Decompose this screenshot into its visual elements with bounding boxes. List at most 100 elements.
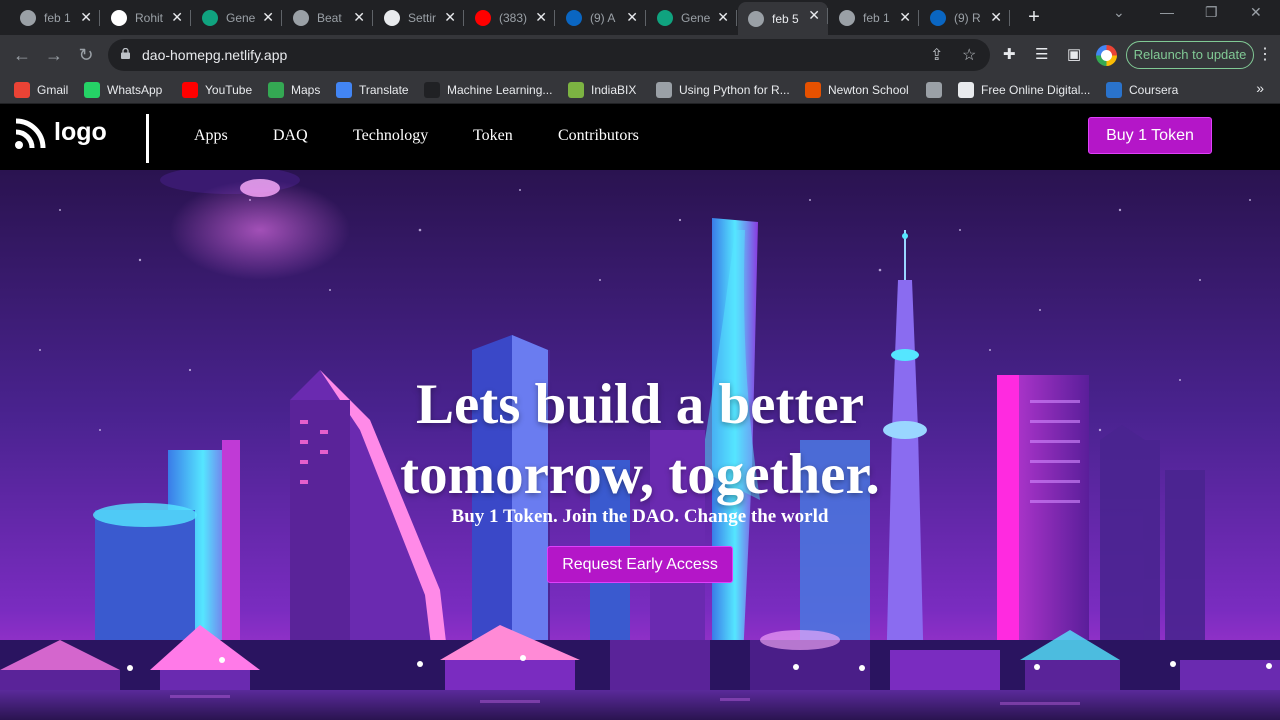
- ml-icon: [424, 82, 440, 98]
- bookmark-item[interactable]: YouTube: [182, 81, 252, 99]
- profile-avatar[interactable]: [1096, 45, 1117, 66]
- youtube-icon: [475, 9, 491, 26]
- tab-close-icon[interactable]: ✕: [717, 9, 729, 26]
- tab-close-icon[interactable]: ✕: [171, 9, 183, 26]
- back-button[interactable]: ←: [10, 43, 34, 67]
- wordpress-icon: [384, 9, 400, 26]
- restore-icon[interactable]: ❐: [1205, 4, 1218, 21]
- globe-icon: [293, 9, 309, 26]
- browser-tab[interactable]: feb 5 ✕: [738, 2, 828, 35]
- browser-tab[interactable]: feb 1 ✕: [829, 4, 919, 31]
- bookmark-label: Newton School: [828, 83, 909, 97]
- gmail-icon: [14, 82, 30, 98]
- hero-section: Lets build a better tomorrow, together. …: [0, 170, 1280, 720]
- tab-separator: [190, 10, 191, 26]
- tab-close-icon[interactable]: ✕: [808, 7, 820, 24]
- bookmark-label: Using Python for R...: [679, 83, 790, 97]
- tab-title: feb 1: [863, 10, 890, 25]
- globe-icon: [20, 9, 36, 26]
- nav-daq[interactable]: DAQ: [273, 127, 308, 145]
- logo-text[interactable]: logo: [54, 118, 107, 147]
- youtube-icon: [182, 82, 198, 98]
- menu-kebab-icon[interactable]: ⋮: [1257, 44, 1273, 64]
- tab-separator: [827, 8, 828, 24]
- nav-technology[interactable]: Technology: [353, 127, 428, 145]
- close-window-icon[interactable]: ✕: [1250, 4, 1262, 21]
- browser-tab[interactable]: (383) ✕: [465, 4, 555, 31]
- browser-tab[interactable]: Gene ✕: [647, 4, 737, 31]
- bookmark-item[interactable]: Machine Learning...: [424, 81, 552, 99]
- tab-close-icon[interactable]: ✕: [80, 9, 92, 26]
- bookmark-label: YouTube: [205, 83, 253, 97]
- tab-search-icon[interactable]: ⌄: [1113, 4, 1125, 21]
- buy-token-button[interactable]: Buy 1 Token: [1088, 117, 1212, 154]
- browser-tab[interactable]: (9) A ✕: [556, 4, 646, 31]
- tab-separator: [918, 10, 919, 26]
- bookmark-item[interactable]: Translate: [336, 81, 409, 99]
- bookmarks-overflow-icon[interactable]: »: [1256, 80, 1264, 96]
- relaunch-button[interactable]: Relaunch to update: [1126, 41, 1254, 69]
- browser-tab[interactable]: Gene ✕: [192, 4, 282, 31]
- bookmark-item[interactable]: Free Online Digital...: [958, 81, 1090, 99]
- tab-close-icon[interactable]: ✕: [262, 9, 274, 26]
- browser-tab[interactable]: Beat ✕: [283, 4, 373, 31]
- minimize-icon[interactable]: —: [1160, 4, 1174, 20]
- reading-list-icon[interactable]: ☰: [1035, 45, 1048, 63]
- tab-close-icon[interactable]: ✕: [899, 9, 911, 26]
- tab-separator: [645, 10, 646, 26]
- tab-title: Rohit: [135, 10, 164, 25]
- forward-button[interactable]: →: [42, 43, 66, 67]
- tab-close-icon[interactable]: ✕: [535, 9, 547, 26]
- tab-close-icon[interactable]: ✕: [444, 9, 456, 26]
- address-bar[interactable]: dao-homepg.netlify.app ⇪ ☆: [108, 39, 990, 71]
- request-early-access-button[interactable]: Request Early Access: [547, 546, 733, 583]
- bookmark-star-icon[interactable]: ☆: [962, 45, 976, 65]
- logo-divider: [146, 114, 149, 163]
- tab-strip: feb 1 ✕ Rohit ✕ Gene ✕ Beat ✕ Settir ✕ (383) ✕ (9) A…: [0, 0, 1280, 35]
- tab-close-icon[interactable]: ✕: [626, 9, 638, 26]
- linkedin-icon: [566, 9, 582, 26]
- bookmark-item[interactable]: Gmail: [14, 81, 68, 99]
- bookmark-item[interactable]: Using Python for R...: [656, 81, 790, 99]
- whatsapp-icon: [84, 82, 100, 98]
- tab-title: (383): [499, 10, 528, 25]
- new-tab-button[interactable]: +: [1024, 6, 1044, 29]
- bookmark-item[interactable]: Coursera: [1106, 81, 1178, 99]
- browser-tab[interactable]: feb 1 ✕: [10, 4, 100, 31]
- share-icon[interactable]: ⇪: [930, 45, 943, 65]
- reload-button[interactable]: ↻: [74, 43, 98, 67]
- bookmark-label: Gmail: [37, 83, 69, 97]
- lock-icon: [121, 48, 130, 59]
- browser-tab[interactable]: Rohit ✕: [101, 4, 191, 31]
- bookmark-item[interactable]: WhatsApp: [84, 81, 162, 99]
- hero-subheadline: Buy 1 Token. Join the DAO. Change the wo…: [451, 506, 829, 527]
- bookmark-label: IndiaBIX: [591, 83, 637, 97]
- tab-separator: [281, 10, 282, 26]
- bookmark-label: Coursera: [1129, 83, 1179, 97]
- tab-title: (9) R: [954, 10, 981, 25]
- browser-tab[interactable]: Settir ✕: [374, 4, 464, 31]
- bookmark-item[interactable]: Maps: [268, 81, 320, 99]
- bookmarks-bar: Gmail WhatsApp YouTube Maps Translate Machine…: [0, 75, 1280, 104]
- tab-close-icon[interactable]: ✕: [353, 9, 365, 26]
- globe-icon: [839, 9, 855, 26]
- translate-icon: [336, 82, 352, 98]
- bookmark-item[interactable]: [926, 81, 949, 99]
- browser-tab[interactable]: (9) R ✕: [920, 4, 1010, 31]
- extensions-icon[interactable]: ✚: [1003, 45, 1016, 63]
- tab-close-icon[interactable]: ✕: [990, 9, 1002, 26]
- linkedin-icon: [930, 9, 946, 26]
- globe-icon: [656, 82, 672, 98]
- side-panel-icon[interactable]: ▣: [1067, 45, 1081, 63]
- web-page: logo Apps DAQ Technology Token Contribut…: [0, 104, 1280, 720]
- tab-separator: [554, 10, 555, 26]
- bookmark-item[interactable]: Newton School: [805, 81, 909, 99]
- nav-apps[interactable]: Apps: [194, 127, 228, 145]
- nav-contributors[interactable]: Contributors: [558, 127, 639, 145]
- tab-title: Settir: [408, 10, 437, 25]
- bookmark-label: Machine Learning...: [447, 83, 553, 97]
- nav-token[interactable]: Token: [473, 127, 513, 145]
- tab-title: feb 1: [44, 10, 71, 25]
- logo-icon: [15, 118, 46, 149]
- bookmark-item[interactable]: IndiaBIX: [568, 81, 636, 99]
